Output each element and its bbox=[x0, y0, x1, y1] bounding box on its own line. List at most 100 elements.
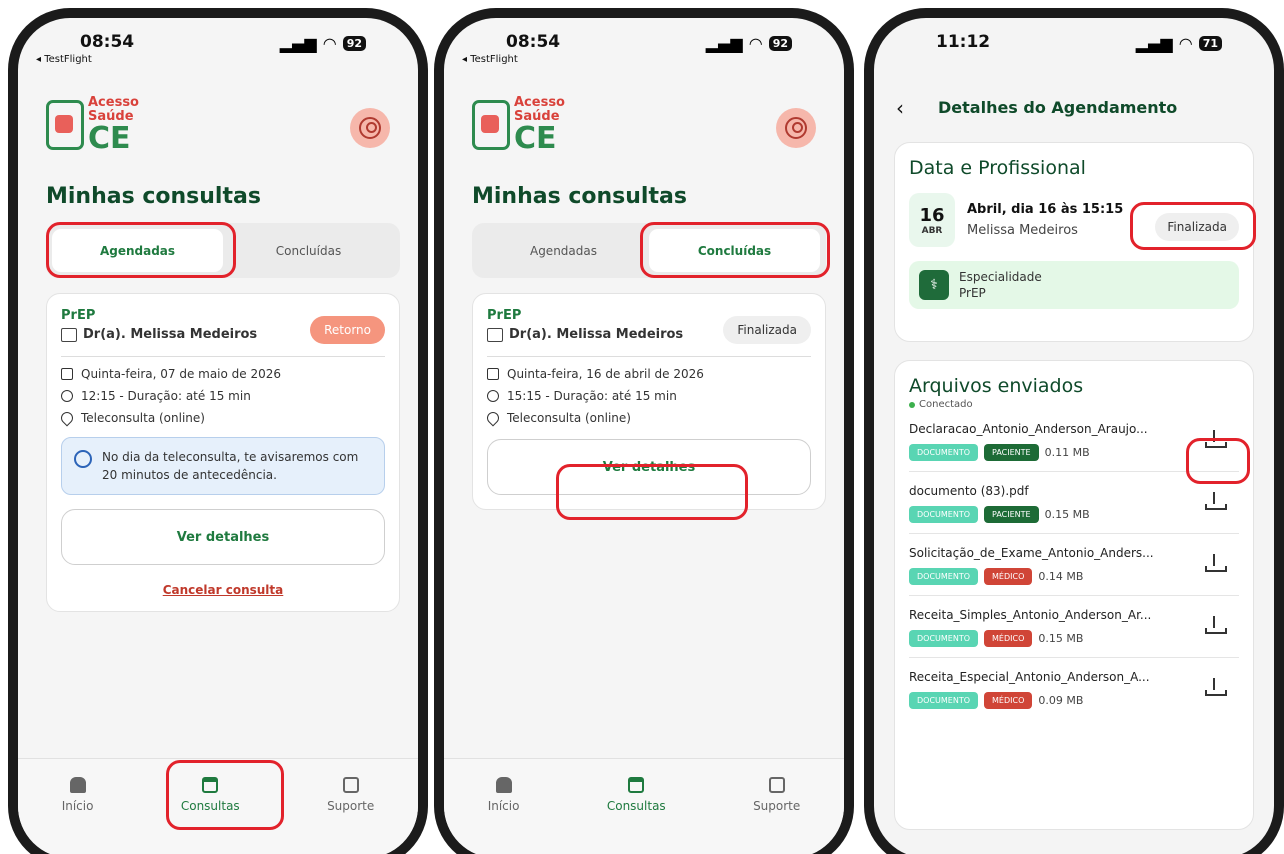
nav-support[interactable]: Suporte bbox=[327, 777, 374, 854]
reminder-notice: No dia da teleconsulta, te avisaremos co… bbox=[61, 437, 385, 495]
time-text: 15:15 - Duração: até 15 min bbox=[507, 389, 677, 403]
nav-support-label: Suporte bbox=[753, 799, 801, 813]
file-owner-tag: MÉDICO bbox=[984, 630, 1033, 647]
nav-appointments[interactable]: Consultas bbox=[607, 777, 666, 854]
file-size: 0.09 MB bbox=[1038, 694, 1084, 707]
calendar-icon bbox=[487, 368, 499, 380]
view-details-button[interactable]: Ver detalhes bbox=[61, 509, 385, 565]
nav-support-label: Suporte bbox=[327, 799, 375, 813]
status-bar: 08:54 ◂ TestFlight ▂▄▆ ◠ 92 bbox=[444, 18, 844, 78]
doctor-badge-icon bbox=[61, 327, 77, 342]
cancel-appointment-link[interactable]: Cancelar consulta bbox=[61, 583, 385, 597]
battery-icon: 92 bbox=[768, 36, 792, 51]
nav-appointments-label: Consultas bbox=[606, 799, 666, 813]
wifi-icon: ◠ bbox=[748, 34, 763, 53]
nav-home[interactable]: Início bbox=[487, 777, 520, 854]
file-owner-tag: PACIENTE bbox=[984, 444, 1039, 461]
back-chevron-icon[interactable]: ‹ bbox=[896, 96, 904, 120]
alarm-clock-icon bbox=[74, 450, 92, 468]
testflight-back[interactable]: ◂ TestFlight bbox=[462, 54, 518, 65]
date-text: Quinta-feira, 16 de abril de 2026 bbox=[507, 367, 704, 381]
page-title: Minhas consultas bbox=[472, 184, 687, 209]
clock-icon bbox=[487, 390, 499, 402]
file-row: Receita_Especial_Antonio_Anderson_A... D… bbox=[909, 658, 1239, 719]
status-icons: ▂▄▆ ◠ 71 bbox=[1136, 34, 1222, 53]
time-row: 15:15 - Duração: até 15 min bbox=[487, 389, 811, 403]
file-type-tag: DOCUMENTO bbox=[909, 444, 979, 461]
status-bar: 08:54 ◂ TestFlight ▂▄▆ ◠ 92 bbox=[18, 18, 418, 78]
date-day: 16 bbox=[919, 204, 945, 226]
file-name: Declaracao_Antonio_Anderson_Araujo... bbox=[909, 422, 1148, 436]
specialty-value: PrEP bbox=[959, 286, 986, 300]
file-owner-tag: PACIENTE bbox=[984, 506, 1039, 523]
app-logo: Acesso Saúde CE bbox=[472, 96, 565, 154]
logo-phone-icon bbox=[472, 100, 510, 150]
battery-icon: 71 bbox=[1198, 36, 1222, 51]
screen-completed: 08:54 ◂ TestFlight ▂▄▆ ◠ 92 Acesso Saúde… bbox=[444, 18, 844, 854]
logo-phone-icon bbox=[46, 100, 84, 150]
nav-home[interactable]: Início bbox=[61, 777, 94, 854]
calendar-icon bbox=[61, 368, 73, 380]
doctor-name: Dr(a). Melissa Medeiros bbox=[83, 327, 258, 342]
status-time: 11:12 bbox=[936, 32, 991, 52]
highlight-tab-completed bbox=[640, 222, 830, 278]
file-type-tag: DOCUMENTO bbox=[909, 630, 979, 647]
highlight-view-details bbox=[556, 464, 748, 520]
details-title: Detalhes do Agendamento bbox=[938, 98, 1178, 117]
logo-line3: CE bbox=[88, 121, 131, 156]
tab-completed[interactable]: Concluídas bbox=[223, 229, 394, 272]
download-icon[interactable] bbox=[1205, 678, 1227, 696]
stethoscope-icon: ⚕ bbox=[919, 270, 949, 300]
screen-scheduled: 08:54 ◂ TestFlight ▂▄▆ ◠ 92 Acesso Saúde… bbox=[18, 18, 418, 854]
profile-avatar-button[interactable] bbox=[776, 108, 816, 148]
status-icons: ▂▄▆ ◠ 92 bbox=[706, 34, 792, 53]
file-tags: DOCUMENTO PACIENTE 0.15 MB bbox=[909, 506, 1239, 523]
status-bar: 11:12 ▂▄▆ ◠ 71 bbox=[874, 18, 1274, 78]
user-icon bbox=[785, 117, 807, 139]
help-icon bbox=[768, 777, 785, 793]
file-row: Solicitação_de_Exame_Antonio_Anders... D… bbox=[909, 534, 1239, 596]
specialty-label: Especialidade bbox=[959, 270, 1042, 284]
calendar-icon bbox=[628, 777, 645, 793]
battery-icon: 92 bbox=[342, 36, 366, 51]
logo-line3: CE bbox=[514, 121, 557, 156]
online-dot-icon bbox=[909, 401, 915, 408]
profile-avatar-button[interactable] bbox=[350, 108, 390, 148]
date-row: Quinta-feira, 07 de maio de 2026 bbox=[61, 367, 385, 381]
nav-home-label: Início bbox=[61, 799, 94, 813]
file-name: documento (83).pdf bbox=[909, 484, 1029, 498]
appointment-datetime: Abril, dia 16 às 15:15 bbox=[967, 202, 1124, 217]
location-text: Teleconsulta (online) bbox=[81, 411, 205, 425]
file-type-tag: DOCUMENTO bbox=[909, 692, 979, 709]
download-icon[interactable] bbox=[1205, 616, 1227, 634]
help-icon bbox=[342, 777, 359, 793]
logo-line1: Acesso bbox=[514, 95, 565, 110]
testflight-back[interactable]: ◂ TestFlight bbox=[36, 54, 92, 65]
download-icon[interactable] bbox=[1205, 492, 1227, 510]
reminder-text: No dia da teleconsulta, te avisaremos co… bbox=[102, 450, 359, 482]
tab-scheduled[interactable]: Agendadas bbox=[478, 229, 649, 272]
clock-icon bbox=[61, 390, 73, 402]
location-row: Teleconsulta (online) bbox=[58, 409, 385, 427]
location-text: Teleconsulta (online) bbox=[507, 411, 631, 425]
connection-status: Conectado bbox=[909, 399, 1239, 410]
wifi-icon: ◠ bbox=[1178, 34, 1193, 53]
file-name: Solicitação_de_Exame_Antonio_Anders... bbox=[909, 546, 1154, 560]
bottom-nav: Início Consultas Suporte bbox=[444, 758, 844, 854]
status-icons: ▂▄▆ ◠ 92 bbox=[280, 34, 366, 53]
app-logo: Acesso Saúde CE bbox=[46, 96, 139, 154]
connection-text: Conectado bbox=[919, 399, 973, 410]
section-title: Data e Profissional bbox=[909, 157, 1086, 179]
location-row: Teleconsulta (online) bbox=[484, 409, 811, 427]
time-text: 12:15 - Duração: até 15 min bbox=[81, 389, 251, 403]
download-icon[interactable] bbox=[1205, 554, 1227, 572]
location-pin-icon bbox=[58, 409, 76, 427]
nav-home-label: Início bbox=[487, 799, 520, 813]
wifi-icon: ◠ bbox=[322, 34, 337, 53]
doctor-badge-icon bbox=[487, 327, 503, 342]
phone-scheduled: 08:54 ◂ TestFlight ▂▄▆ ◠ 92 Acesso Saúde… bbox=[8, 8, 428, 854]
nav-support[interactable]: Suporte bbox=[753, 777, 800, 854]
files-title: Arquivos enviados bbox=[909, 375, 1084, 397]
page-title: Minhas consultas bbox=[46, 184, 261, 209]
file-owner-tag: MÉDICO bbox=[984, 692, 1033, 709]
